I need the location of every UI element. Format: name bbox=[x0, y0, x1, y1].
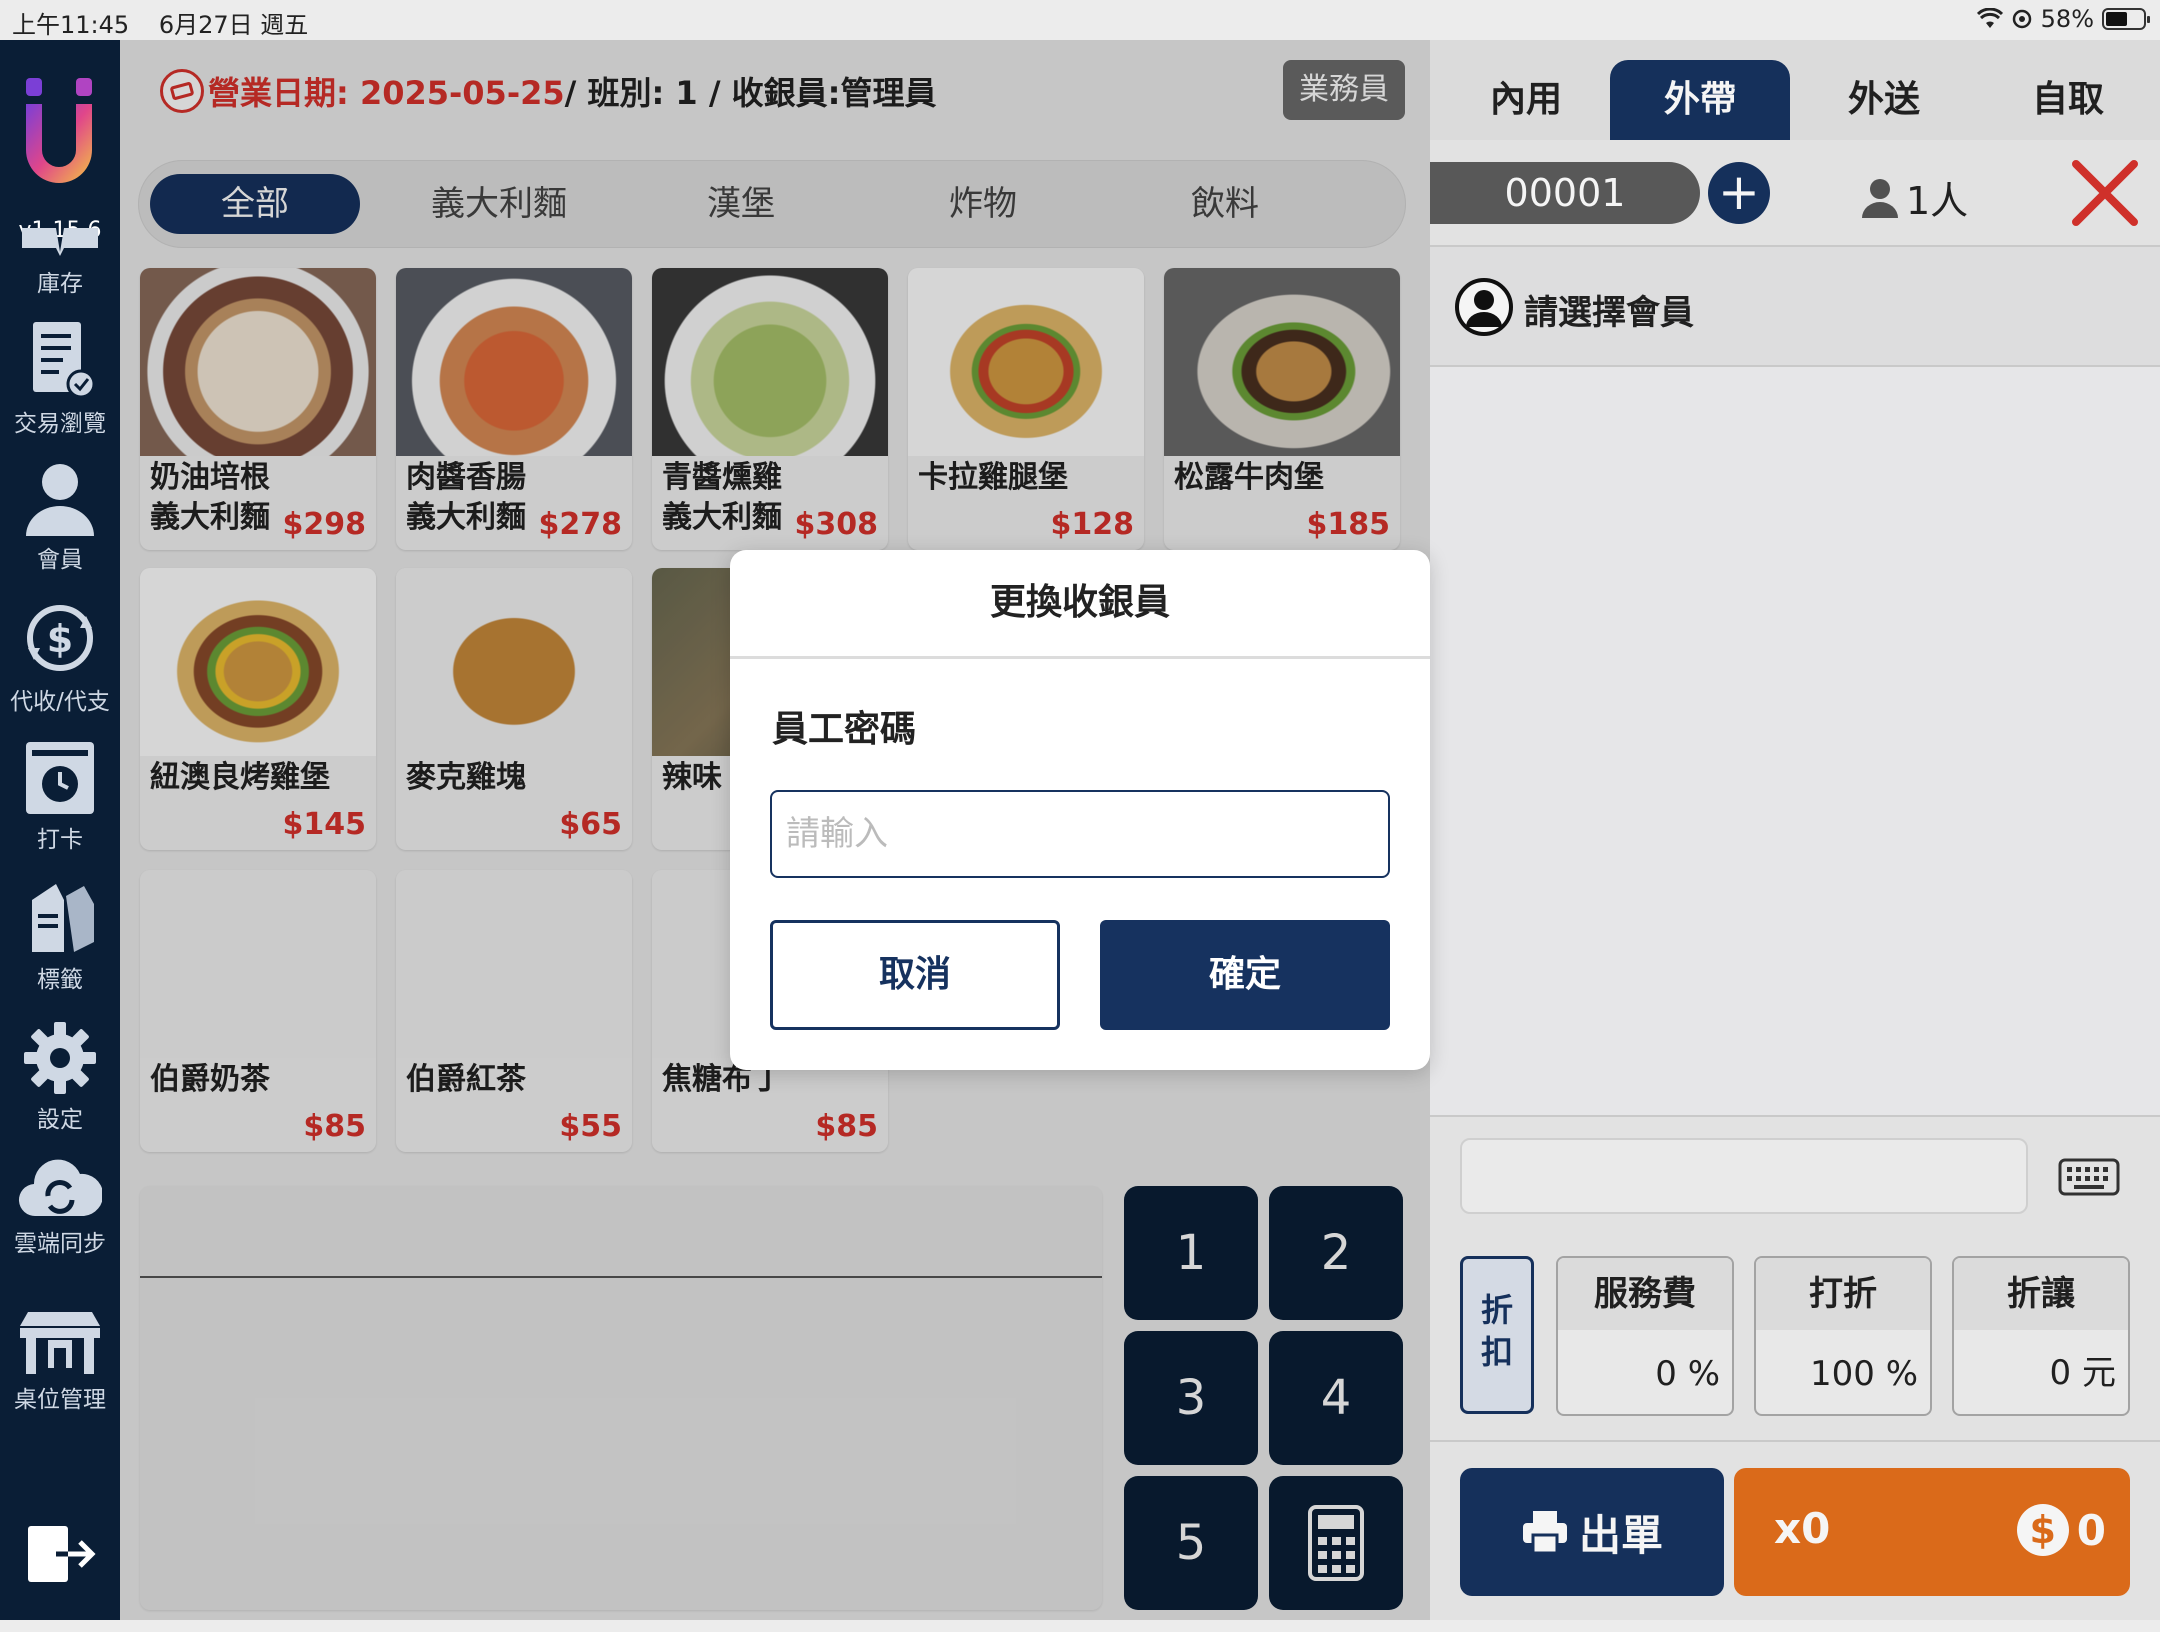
status-date: 6月27日 週五 bbox=[158, 11, 309, 39]
svg-text:$: $ bbox=[47, 617, 73, 661]
logout-button[interactable] bbox=[0, 1516, 120, 1596]
status-time: 上午11:45 bbox=[12, 11, 130, 39]
confirm-button[interactable]: 確定 bbox=[1100, 920, 1390, 1030]
sidebar-item-label: 設定 bbox=[37, 1107, 83, 1133]
sidebar-item-label: 雲端同步 bbox=[14, 1231, 106, 1257]
receipt-icon bbox=[33, 322, 95, 399]
dialog-title: 更換收銀員 bbox=[730, 550, 1430, 659]
password-label: 員工密碼 bbox=[772, 709, 917, 750]
sidebar-item-label: 標籤 bbox=[37, 967, 83, 993]
sidebar-item-transactions[interactable]: 交易瀏覽 bbox=[0, 320, 120, 438]
sidebar-item-label: 桌位管理 bbox=[14, 1387, 106, 1413]
sidebar: v1.15.6 庫存 交易瀏覽 會員 $ 代收/代支 打卡 標籤 設定 雲端同步… bbox=[0, 40, 120, 1620]
sidebar-item-label: 交易瀏覽 bbox=[14, 411, 106, 437]
app-logo bbox=[26, 78, 92, 183]
status-bar: 上午11:45 6月27日 週五 58% bbox=[0, 0, 2160, 40]
member-icon bbox=[26, 464, 94, 536]
sidebar-item-label: 打卡 bbox=[37, 827, 83, 853]
battery-percent: 58% bbox=[2040, 5, 2094, 33]
sidebar-item-collect-pay[interactable]: $ 代收/代支 bbox=[0, 598, 120, 716]
sidebar-item-settings[interactable]: 設定 bbox=[0, 1020, 120, 1134]
sidebar-item-label: 代收/代支 bbox=[10, 689, 110, 715]
clock-in-icon bbox=[26, 742, 94, 814]
sidebar-item-cloud-sync[interactable]: 雲端同步 bbox=[0, 1156, 120, 1258]
sidebar-item-label: 會員 bbox=[37, 547, 83, 573]
sidebar-item-members[interactable]: 會員 bbox=[0, 460, 120, 574]
table-icon bbox=[20, 1312, 100, 1374]
change-cashier-dialog: 更換收銀員 員工密碼 取消 確定 bbox=[730, 550, 1430, 1070]
password-input[interactable] bbox=[770, 790, 1390, 878]
location-lock-icon bbox=[2012, 9, 2031, 29]
sidebar-item-tables[interactable]: 桌位管理 bbox=[0, 1310, 120, 1414]
label-icon bbox=[32, 884, 94, 952]
sidebar-item-labels[interactable]: 標籤 bbox=[0, 880, 120, 994]
sidebar-item-label: 庫存 bbox=[37, 271, 83, 297]
gear-icon bbox=[24, 1022, 96, 1094]
sidebar-item-clock-in[interactable]: 打卡 bbox=[0, 740, 120, 854]
battery-icon bbox=[2102, 8, 2150, 30]
wifi-icon bbox=[1976, 8, 2003, 28]
modal-backdrop-right[interactable] bbox=[1430, 40, 2160, 1620]
money-cycle-icon: $ bbox=[27, 605, 93, 671]
inventory-icon bbox=[22, 228, 98, 256]
logout-icon bbox=[28, 1526, 96, 1582]
cancel-button[interactable]: 取消 bbox=[770, 920, 1060, 1030]
sidebar-item-inventory[interactable]: 庫存 bbox=[0, 224, 120, 298]
cloud-sync-icon bbox=[19, 1159, 102, 1217]
